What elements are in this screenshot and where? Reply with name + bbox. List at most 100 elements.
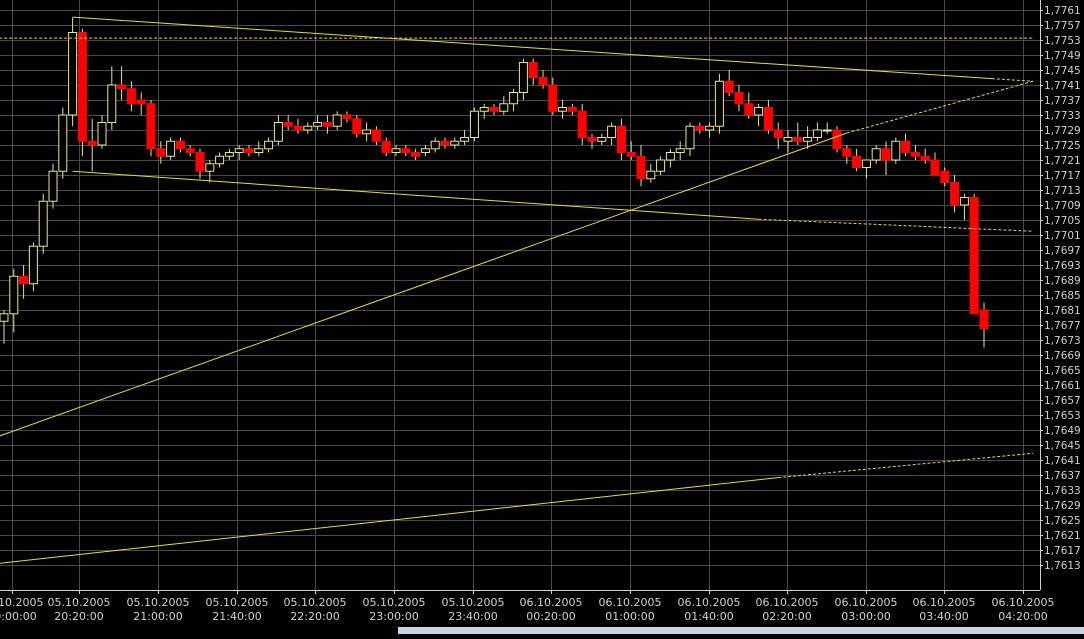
candle-body <box>48 170 58 202</box>
candle-body <box>362 129 372 135</box>
y-tick-label: 1,7633 <box>1044 485 1081 497</box>
candle-body <box>215 155 225 165</box>
horizontal-scrollbar[interactable] <box>398 627 1084 634</box>
candle-body <box>636 155 646 180</box>
x-tick-date: 05.10.2005 <box>206 596 269 609</box>
y-tick-label: 1,7761 <box>1044 5 1081 17</box>
candle-body <box>68 32 78 116</box>
y-tick-label: 1,7753 <box>1044 35 1081 47</box>
candle-body <box>293 125 303 131</box>
candle-body <box>979 309 989 330</box>
candle-body <box>724 80 734 93</box>
candle-body <box>744 103 754 116</box>
candle-body <box>587 137 597 142</box>
y-tick-label: 1,7677 <box>1044 320 1081 332</box>
x-tick-date: 05.10.2005 <box>48 596 111 609</box>
candle-body <box>695 125 705 131</box>
candle-body <box>597 137 607 142</box>
candle-bear <box>146 100 156 157</box>
candle-body <box>734 92 744 105</box>
candle-body <box>254 148 264 153</box>
y-tick-label: 1,7613 <box>1044 560 1081 572</box>
candle-body <box>107 84 117 123</box>
candle-body <box>469 110 479 138</box>
candle-body <box>656 159 666 172</box>
candle-body <box>567 107 577 112</box>
candle-bear <box>969 193 979 315</box>
y-tick-label: 1,7745 <box>1044 65 1081 77</box>
y-tick-label: 1,7637 <box>1044 470 1081 482</box>
y-tick-label: 1,7665 <box>1044 365 1081 377</box>
y-tick-label: 1,7741 <box>1044 80 1081 92</box>
candle-body <box>705 125 715 131</box>
y-tick-label: 1,7749 <box>1044 50 1081 62</box>
y-tick-label: 1,7717 <box>1044 170 1081 182</box>
x-tick-time: 21:00:00 <box>133 610 182 623</box>
y-tick-label: 1,7721 <box>1044 155 1081 167</box>
y-tick-label: 1,7625 <box>1044 515 1081 527</box>
candle-body <box>166 140 176 157</box>
candle-body <box>156 148 166 157</box>
candle-body <box>146 103 156 150</box>
candle-body <box>460 137 470 142</box>
x-tick-date: 06.10.2005 <box>992 596 1055 609</box>
candle-body <box>87 140 97 146</box>
candle-bull <box>28 242 38 292</box>
x-tick-date: 06.10.2005 <box>756 596 819 609</box>
candle-body <box>509 92 519 105</box>
x-tick-date: 06.10.2005 <box>678 596 741 609</box>
candle-body <box>950 182 960 206</box>
candle-body <box>28 245 38 285</box>
candle-body <box>940 170 950 183</box>
candle-body <box>58 114 68 172</box>
y-tick-label: 1,7705 <box>1044 215 1081 227</box>
y-tick-label: 1,7641 <box>1044 455 1081 467</box>
candle-body <box>871 148 881 161</box>
candle-body <box>450 140 460 146</box>
candle-body <box>842 148 852 157</box>
candle-body <box>342 114 352 120</box>
y-tick-label: 1,7701 <box>1044 230 1081 242</box>
candle-body <box>852 155 862 168</box>
candle-body <box>832 129 842 150</box>
candle-body <box>773 129 783 138</box>
y-tick-label: 1,7757 <box>1044 20 1081 32</box>
candle-body <box>548 84 558 112</box>
candle-body <box>881 148 891 161</box>
x-tick-time: 01:40:00 <box>684 610 733 623</box>
candle-body <box>440 140 450 146</box>
candle-body <box>381 140 391 153</box>
x-tick-time: 03:40:00 <box>919 610 968 623</box>
y-tick-label: 1,7629 <box>1044 500 1081 512</box>
x-tick-time: 00:20:00 <box>526 610 575 623</box>
candle-body <box>803 137 813 142</box>
candle-body <box>822 129 832 132</box>
y-tick-label: 1,7669 <box>1044 350 1081 362</box>
candle-body <box>234 148 244 153</box>
candle-body <box>930 159 940 176</box>
y-tick-label: 1,7621 <box>1044 530 1081 542</box>
y-tick-label: 1,7733 <box>1044 110 1081 122</box>
candle-body <box>411 152 421 157</box>
candle-body <box>528 62 538 78</box>
candle-body <box>763 107 773 131</box>
candle-body <box>626 152 636 157</box>
x-tick-date: 06.10.2005 <box>599 596 662 609</box>
candle-body <box>264 140 274 150</box>
candle-body <box>352 118 362 135</box>
candle-body <box>920 155 930 161</box>
x-tick-date: 05.10.2005 <box>0 596 43 609</box>
y-tick-label: 1,7661 <box>1044 380 1081 392</box>
candle-body <box>646 170 656 180</box>
candle-body <box>665 152 675 161</box>
x-tick-time: 23:00:00 <box>369 610 418 623</box>
candle-body <box>175 140 185 150</box>
candle-body <box>793 137 803 142</box>
y-tick-label: 1,7709 <box>1044 200 1081 212</box>
y-tick-label: 1,7693 <box>1044 260 1081 272</box>
candle-body <box>185 148 195 153</box>
candle-body <box>783 137 793 142</box>
candle-body <box>675 148 685 153</box>
candle-bear <box>832 126 842 153</box>
candle-body <box>0 313 9 322</box>
